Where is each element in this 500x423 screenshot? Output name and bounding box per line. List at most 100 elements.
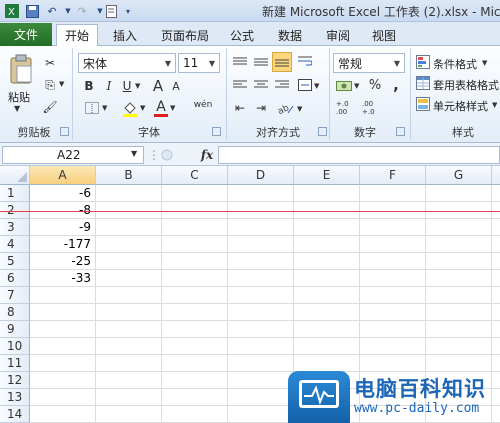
font-name-select[interactable]: 宋体 ▼ [78, 53, 176, 73]
cell-A3[interactable]: -9 [30, 220, 94, 234]
conditional-format-dropdown-icon[interactable]: ▼ [482, 59, 487, 67]
merge-center-icon[interactable] [297, 77, 313, 93]
insert-function-icon[interactable]: fx [199, 146, 215, 164]
column-header-G[interactable]: G [426, 166, 492, 185]
row-header[interactable]: 5 [0, 253, 30, 270]
redo-icon[interactable]: ↷ [74, 3, 90, 19]
percent-button[interactable]: % [367, 78, 383, 93]
column-header-F[interactable]: F [360, 166, 426, 185]
row-header[interactable]: 13 [0, 389, 30, 406]
grow-font-button[interactable]: A [151, 77, 165, 95]
row-header[interactable]: 14 [0, 406, 30, 423]
row-header[interactable]: 11 [0, 355, 30, 372]
format-as-table-button[interactable]: 套用表格格式 [433, 77, 499, 93]
align-middle-icon[interactable] [253, 55, 269, 69]
column-header-E[interactable]: E [294, 166, 360, 185]
fill-color-icon[interactable] [121, 99, 139, 117]
align-center-icon[interactable] [253, 78, 269, 92]
row-header[interactable]: 12 [0, 372, 30, 389]
font-color-button[interactable]: A [154, 99, 168, 117]
number-format-select[interactable]: 常规 ▼ [333, 53, 405, 73]
format-as-table-icon[interactable] [415, 75, 431, 91]
accounting-format-icon[interactable] [335, 78, 355, 94]
align-bottom-icon[interactable] [272, 52, 292, 72]
excel-app-icon[interactable]: X [4, 3, 20, 19]
cell-A4[interactable]: -177 [30, 237, 94, 251]
chevron-down-icon[interactable]: ▼ [205, 54, 219, 72]
row-header[interactable]: 7 [0, 287, 30, 304]
cell-A5[interactable]: -25 [30, 254, 94, 268]
font-color-dropdown-icon[interactable]: ▼ [170, 104, 175, 112]
tab-home[interactable]: 开始 [56, 24, 98, 46]
name-box-dropdown-icon[interactable]: ▼ [131, 149, 137, 158]
bold-button[interactable]: B [82, 79, 96, 93]
font-launcher-icon[interactable] [212, 127, 221, 136]
column-header-H[interactable] [492, 166, 500, 185]
clipboard-launcher-icon[interactable] [60, 127, 69, 136]
accounting-dropdown-icon[interactable]: ▼ [354, 82, 359, 90]
column-header-B[interactable]: B [96, 166, 162, 185]
undo-icon[interactable]: ↶ [44, 3, 60, 19]
column-header-D[interactable]: D [228, 166, 294, 185]
conditional-format-icon[interactable] [415, 54, 431, 70]
tab-formulas[interactable]: 公式 [226, 25, 258, 46]
underline-dropdown-icon[interactable]: ▼ [135, 82, 140, 90]
tab-page-layout[interactable]: 页面布局 [157, 25, 213, 46]
cell-A2[interactable]: -8 [30, 203, 94, 217]
borders-icon[interactable] [84, 101, 100, 115]
select-all-corner[interactable] [0, 166, 30, 185]
cut-icon[interactable]: ✂ [42, 55, 58, 71]
comma-style-button[interactable]: , [390, 76, 402, 94]
merge-dropdown-icon[interactable]: ▼ [314, 82, 319, 90]
format-painter-icon[interactable]: 🖌 [42, 99, 58, 115]
save-icon[interactable] [24, 3, 40, 19]
alignment-launcher-icon[interactable] [318, 127, 327, 136]
chevron-down-icon[interactable]: ▼ [161, 54, 175, 72]
paste-label[interactable]: 粘贴 [8, 89, 30, 105]
phonetic-button[interactable]: wén [190, 100, 216, 110]
row-header[interactable]: 10 [0, 338, 30, 355]
row-header[interactable]: 4 [0, 236, 30, 253]
row-header[interactable]: 6 [0, 270, 30, 287]
row-header[interactable]: 3 [0, 219, 30, 236]
wrap-text-icon[interactable] [297, 53, 313, 69]
cell-styles-dropdown-icon[interactable]: ▼ [492, 101, 497, 109]
underline-button[interactable]: U [120, 79, 134, 93]
formula-input[interactable] [218, 146, 500, 164]
tab-data[interactable]: 数据 [275, 25, 305, 46]
fill-color-dropdown-icon[interactable]: ▼ [140, 104, 145, 112]
copy-icon[interactable]: ⎘ [42, 77, 58, 93]
italic-button[interactable]: I [102, 79, 116, 93]
row-header[interactable]: 8 [0, 304, 30, 321]
increase-indent-icon[interactable]: ⇥ [253, 101, 269, 115]
print-preview-icon[interactable] [104, 3, 120, 19]
row-header[interactable]: 9 [0, 321, 30, 338]
tab-review[interactable]: 审阅 [323, 25, 353, 46]
tab-insert[interactable]: 插入 [110, 25, 140, 46]
align-left-icon[interactable] [232, 78, 248, 92]
cell-styles-icon[interactable] [415, 96, 431, 112]
name-box[interactable]: A22 [2, 146, 144, 164]
number-launcher-icon[interactable] [396, 127, 405, 136]
orientation-icon[interactable]: ab [278, 101, 294, 115]
borders-dropdown-icon[interactable]: ▼ [102, 104, 107, 112]
increase-decimal-button[interactable]: +.0 .00 [336, 100, 358, 116]
formula-bar-splitter-icon[interactable]: ⋮ [148, 147, 160, 163]
font-size-select[interactable]: 11 ▼ [178, 53, 220, 73]
decrease-indent-icon[interactable]: ⇤ [232, 101, 248, 115]
copy-dropdown-icon[interactable]: ▼ [59, 80, 64, 88]
orientation-dropdown-icon[interactable]: ▼ [297, 105, 302, 113]
tab-file[interactable]: 文件 [0, 23, 52, 46]
customize-toolbar-icon[interactable]: ▾ [120, 3, 136, 19]
align-right-icon[interactable] [274, 78, 290, 92]
column-header-A[interactable]: A [30, 166, 96, 185]
paste-dropdown-icon[interactable]: ▼ [14, 104, 20, 113]
chevron-down-icon[interactable]: ▼ [390, 54, 404, 72]
tab-view[interactable]: 视图 [369, 25, 399, 46]
decrease-decimal-button[interactable]: .00 +.0 [362, 100, 384, 116]
cell-styles-button[interactable]: 单元格样式 [433, 98, 488, 114]
shrink-font-button[interactable]: A [170, 80, 182, 93]
cell-A6[interactable]: -33 [30, 271, 94, 285]
conditional-format-button[interactable]: 条件格式 [433, 56, 477, 72]
paste-icon[interactable] [6, 52, 36, 86]
